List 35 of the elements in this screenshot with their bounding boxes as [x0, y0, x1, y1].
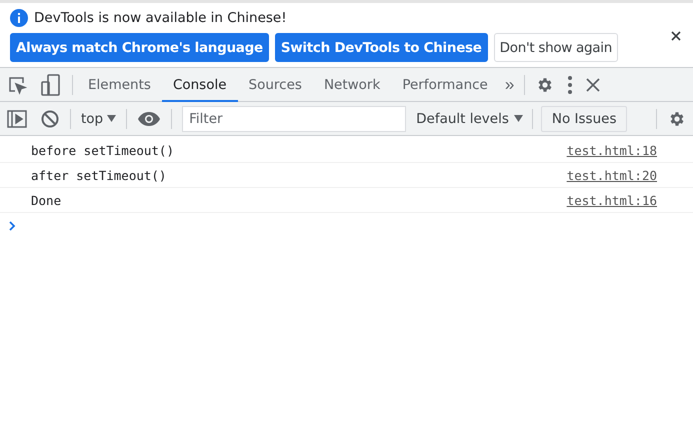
panel-tab[interactable]: Performance: [391, 68, 499, 102]
console-message: before setTimeout(): [31, 142, 175, 158]
prompt-chevron-icon[interactable]: [9, 220, 16, 230]
more-tabs-button[interactable]: »: [498, 68, 520, 102]
panel-tab[interactable]: Elements: [77, 68, 162, 102]
info-message: DevTools is now available in Chinese!: [34, 10, 287, 26]
issues-button[interactable]: No Issues: [540, 106, 628, 132]
info-icon: [10, 9, 28, 27]
sidebar-toggle-icon[interactable]: [7, 110, 27, 128]
panel-tab[interactable]: Network: [312, 68, 392, 102]
console-message: after setTimeout(): [31, 168, 168, 182]
source-link[interactable]: test.html:20: [566, 168, 657, 182]
caret-icon: [107, 115, 116, 122]
log-levels-dropdown[interactable]: Default levels: [412, 110, 528, 126]
device-toolbar-icon[interactable]: [41, 74, 61, 96]
settings-button[interactable]: [536, 76, 554, 94]
source-link[interactable]: test.html:16: [566, 192, 657, 208]
eye-icon[interactable]: [138, 112, 160, 126]
primary-button[interactable]: Always match Chrome's language: [10, 33, 269, 62]
more-options-icon[interactable]: [568, 76, 572, 94]
context-dropdown[interactable]: top: [75, 110, 122, 126]
settings-icon: [536, 76, 554, 94]
primary-button[interactable]: Switch DevTools to Chinese: [274, 33, 488, 62]
console-message: Done: [31, 192, 62, 208]
panel-tab[interactable]: Sources: [238, 68, 313, 102]
clear-console-icon[interactable]: [41, 110, 59, 128]
close-icon[interactable]: [671, 31, 681, 41]
caret-icon: [514, 115, 523, 122]
dismiss-button[interactable]: Don't show again: [494, 33, 618, 62]
filter-field[interactable]: Filter: [182, 106, 406, 132]
inspect-element-icon[interactable]: [7, 74, 27, 94]
settings-button[interactable]: [668, 110, 686, 128]
close-icon[interactable]: [586, 78, 600, 92]
settings-icon: [668, 110, 686, 128]
source-link[interactable]: test.html:18: [566, 142, 657, 158]
